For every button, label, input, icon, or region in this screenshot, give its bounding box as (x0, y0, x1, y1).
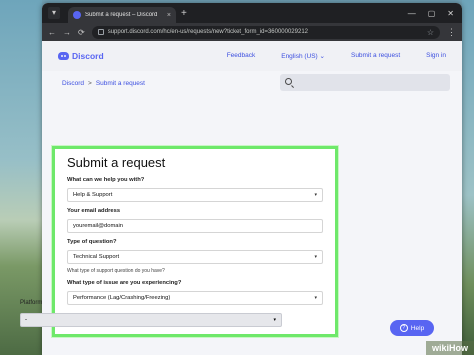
tab-close-icon[interactable]: × (167, 12, 171, 19)
chevron-down-icon: ▾ (314, 192, 317, 198)
url-field[interactable]: support.discord.com/hc/en-us/requests/ne… (91, 25, 440, 39)
question-type-hint: What type of support question do you hav… (67, 268, 165, 274)
platform-value: - (25, 317, 27, 323)
reload-icon[interactable]: ⟳ (78, 28, 85, 37)
breadcrumb-home[interactable]: Discord (62, 80, 84, 87)
help-topic-select[interactable]: Help & Support ▾ (67, 188, 323, 202)
site-header: Discord Feedback English (US) ⌄ Submit a… (42, 41, 462, 71)
discord-logo[interactable]: Discord (58, 51, 104, 61)
chevron-down-icon: ▾ (314, 254, 317, 260)
wikihow-watermark: wikiHow (425, 341, 474, 355)
browser-menu-icon[interactable]: ⋮ (447, 27, 456, 38)
search-input[interactable] (280, 74, 450, 91)
help-topic-label: What can we help you with? (67, 177, 145, 183)
discord-favicon-icon (73, 11, 81, 19)
feedback-link[interactable]: Feedback (227, 52, 256, 60)
maximize-icon[interactable]: ▢ (428, 9, 436, 18)
help-topic-value: Help & Support (73, 192, 113, 198)
header-links: Feedback English (US) ⌄ Submit a request… (227, 52, 446, 60)
breadcrumb-current[interactable]: Submit a request (96, 80, 145, 87)
request-form-highlight: Submit a request What can we help you wi… (52, 146, 338, 337)
question-type-select[interactable]: Technical Support ▾ (67, 250, 323, 264)
help-button[interactable]: ? Help (390, 320, 434, 336)
logo-text: Discord (72, 51, 104, 61)
browser-tab[interactable]: Submit a request – Discord × (68, 7, 176, 23)
help-icon: ? (399, 324, 408, 332)
page-content: Discord Feedback English (US) ⌄ Submit a… (42, 41, 462, 355)
bookmark-star-icon[interactable]: ☆ (427, 28, 434, 37)
language-selector[interactable]: English (US) ⌄ (281, 52, 325, 60)
title-bar: ▾ Submit a request – Discord × + — ▢ ✕ (42, 3, 462, 23)
search-icon (285, 78, 292, 85)
new-tab-icon[interactable]: + (181, 8, 187, 19)
sign-in-link[interactable]: Sign in (426, 52, 446, 60)
page-title: Submit a request (67, 155, 166, 170)
site-info-icon[interactable] (97, 29, 104, 35)
question-type-value: Technical Support (73, 254, 120, 260)
submit-request-link[interactable]: Submit a request (351, 52, 400, 60)
email-field[interactable]: youremail@domain (67, 219, 323, 233)
discord-logo-icon (58, 52, 69, 60)
breadcrumb: Discord > Submit a request (62, 80, 145, 87)
platform-label: Platform (20, 300, 43, 306)
question-type-label: Type of question? (67, 239, 117, 245)
platform-select[interactable]: - ▾ (20, 313, 282, 327)
chevron-down-icon: ▾ (273, 317, 276, 323)
close-window-icon[interactable]: ✕ (447, 9, 454, 18)
email-value: youremail@domain (73, 223, 124, 229)
browser-window: ▾ Submit a request – Discord × + — ▢ ✕ ←… (42, 3, 462, 355)
url-text: support.discord.com/hc/en-us/requests/ne… (107, 29, 308, 35)
desktop-wallpaper-right (462, 0, 474, 355)
tab-search-icon[interactable]: ▾ (48, 7, 60, 19)
email-label: Your email address (67, 208, 121, 214)
tab-title: Submit a request – Discord (85, 12, 158, 18)
forward-icon[interactable]: → (63, 28, 71, 37)
minimize-icon[interactable]: — (408, 9, 416, 18)
chevron-down-icon: ▾ (314, 295, 317, 301)
address-bar: ← → ⟳ support.discord.com/hc/en-us/reque… (42, 23, 462, 41)
issue-type-label: What type of issue are you experiencing? (67, 280, 182, 286)
issue-type-value: Performance (Lag/Crashing/Freezing) (73, 295, 171, 301)
back-icon[interactable]: ← (48, 28, 56, 37)
window-controls: — ▢ ✕ (408, 9, 462, 18)
issue-type-select[interactable]: Performance (Lag/Crashing/Freezing) ▾ (67, 291, 323, 305)
help-label: Help (410, 324, 425, 332)
breadcrumb-separator: > (88, 80, 92, 87)
